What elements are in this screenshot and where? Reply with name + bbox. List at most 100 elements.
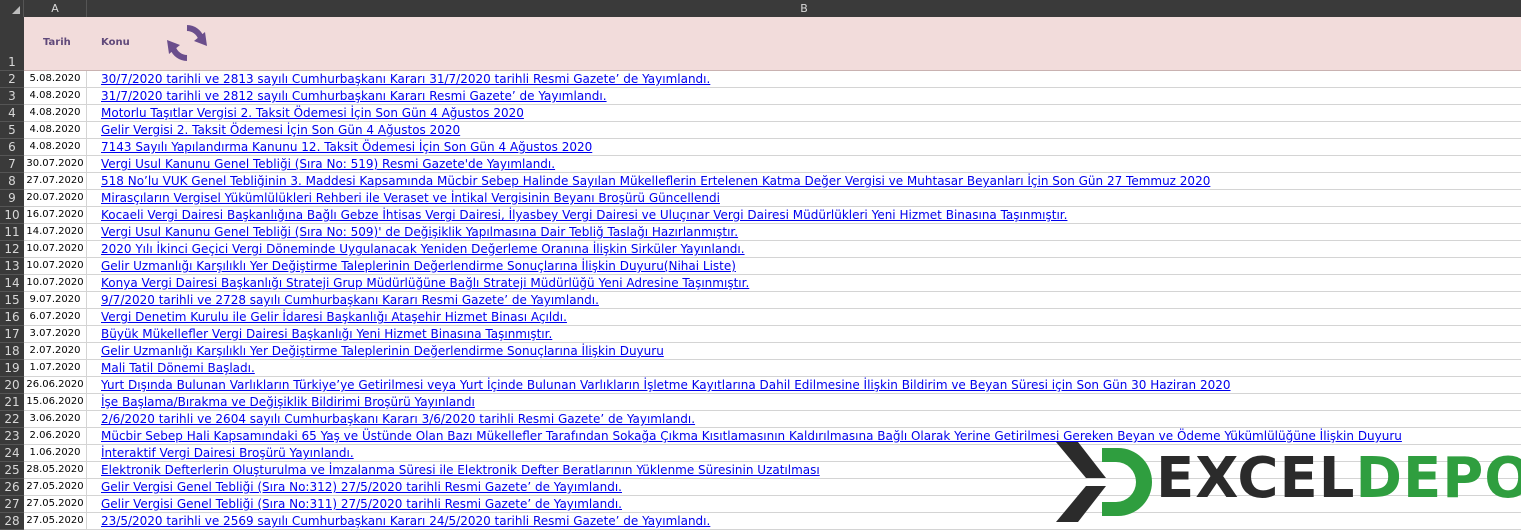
row-date: 16.07.2020 <box>24 207 87 224</box>
table-row: 10.07.2020 Konya Vergi Dairesi Başkanlığı… <box>24 275 1521 292</box>
row-header[interactable]: 16 <box>0 309 24 326</box>
row-link[interactable]: Gelir Vergisi 2. Taksit Ödemesi İçin Son… <box>101 122 460 139</box>
row-header[interactable]: 13 <box>0 258 24 275</box>
row-date: 10.07.2020 <box>24 275 87 292</box>
row-link[interactable]: 23/5/2020 tarihli ve 2569 sayılı Cumhurb… <box>101 513 710 530</box>
row-link[interactable]: İnteraktif Vergi Dairesi Broşürü Yayınla… <box>101 445 354 462</box>
row-header[interactable]: 12 <box>0 241 24 258</box>
row-link[interactable]: Gelir Uzmanlığı Karşılıklı Yer Değiştirm… <box>101 258 736 275</box>
table-row: 30.07.2020 Vergi Usul Kanunu Genel Tebliğ… <box>24 156 1521 173</box>
row-header[interactable]: 1 <box>0 17 24 71</box>
row-link[interactable]: 31/7/2020 tarihli ve 2812 sayılı Cumhurb… <box>101 88 607 105</box>
row-header[interactable]: 14 <box>0 275 24 292</box>
row-link[interactable]: Vergi Usul Kanunu Genel Tebliği (Sıra No… <box>101 156 555 173</box>
row-date: 4.08.2020 <box>24 88 87 105</box>
row-link[interactable]: 7143 Sayılı Yapılandırma Kanunu 12. Taks… <box>101 139 592 156</box>
table-row: 10.07.2020 2020 Yılı İkinci Geçici Vergi … <box>24 241 1521 258</box>
logo-x-icon <box>1056 442 1152 522</box>
row-date: 26.06.2020 <box>24 377 87 394</box>
row-link[interactable]: İşe Başlama/Bırakma ve Değişiklik Bildir… <box>101 394 475 411</box>
table-row: 10.07.2020 Gelir Uzmanlığı Karşılıklı Yer… <box>24 258 1521 275</box>
header-tarih: Tarih <box>43 37 71 48</box>
row-header[interactable]: 27 <box>0 496 24 513</box>
table-row: 27.07.2020 518 No’lu VUK Genel Tebliğinin… <box>24 173 1521 190</box>
table-row: 9.07.2020 9/7/2020 tarihli ve 2728 sayılı… <box>24 292 1521 309</box>
row-link[interactable]: Konya Vergi Dairesi Başkanlığı Strateji … <box>101 275 749 292</box>
row-header[interactable]: 4 <box>0 105 24 122</box>
row-link[interactable]: Gelir Uzmanlığı Karşılıklı Yer Değiştirm… <box>101 343 664 360</box>
row-link[interactable]: Vergi Usul Kanunu Genel Tebliği (Sıra No… <box>101 224 738 241</box>
row-date: 4.08.2020 <box>24 122 87 139</box>
spreadsheet: A B 1 2 3 4 5 6 7 8 9 10 11 12 13 14 15 16 17 18 19 20 21 22 2… <box>0 0 1521 530</box>
header-konu: Konu <box>101 37 130 48</box>
table-row: 4.08.2020 Gelir Vergisi 2. Taksit Ödemesi… <box>24 122 1521 139</box>
row-header[interactable]: 26 <box>0 479 24 496</box>
select-all-corner[interactable] <box>0 0 24 17</box>
row-link[interactable]: Kocaeli Vergi Dairesi Başkanlığına Bağlı… <box>101 207 1067 224</box>
table-row: 4.08.2020 Motorlu Taşıtlar Vergisi 2. Tak… <box>24 105 1521 122</box>
row-link[interactable]: 2/6/2020 tarihli ve 2604 sayılı Cumhurba… <box>101 411 695 428</box>
table-row: 26.06.2020 Yurt Dışında Bulunan Varlıklar… <box>24 377 1521 394</box>
row-header[interactable]: 18 <box>0 343 24 360</box>
refresh-icon[interactable] <box>164 22 210 64</box>
logo-wordmark: EXCELDEPO <box>1156 446 1521 511</box>
row-header[interactable]: 3 <box>0 88 24 105</box>
table-row: 20.07.2020 Mirasçıların Vergisel Yükümlül… <box>24 190 1521 207</box>
row-header-column: 1 2 3 4 5 6 7 8 9 10 11 12 13 14 15 16 17 18 19 20 21 22 23 24 2… <box>0 17 24 530</box>
row-date: 1.06.2020 <box>24 445 87 462</box>
row-header[interactable]: 11 <box>0 224 24 241</box>
row-date: 27.05.2020 <box>24 513 87 530</box>
row-link[interactable]: 2020 Yılı İkinci Geçici Vergi Döneminde … <box>101 241 745 258</box>
row-header[interactable]: 2 <box>0 71 24 88</box>
row-date: 6.07.2020 <box>24 309 87 326</box>
row-header[interactable]: 22 <box>0 411 24 428</box>
row-date: 14.07.2020 <box>24 224 87 241</box>
table-row: 5.08.2020 30/7/2020 tarihli ve 2813 sayıl… <box>24 71 1521 88</box>
row-link[interactable]: Büyük Mükellefler Vergi Dairesi Başkanlı… <box>101 326 552 343</box>
row-header[interactable]: 15 <box>0 292 24 309</box>
row-date: 3.06.2020 <box>24 411 87 428</box>
row-header[interactable]: 10 <box>0 207 24 224</box>
row-date: 4.08.2020 <box>24 105 87 122</box>
table-row: 4.08.2020 31/7/2020 tarihli ve 2812 sayıl… <box>24 88 1521 105</box>
row-header[interactable]: 19 <box>0 360 24 377</box>
row-header[interactable]: 28 <box>0 513 24 530</box>
row-header[interactable]: 9 <box>0 190 24 207</box>
row-header[interactable]: 5 <box>0 122 24 139</box>
row-header[interactable]: 17 <box>0 326 24 343</box>
row-date: 10.07.2020 <box>24 241 87 258</box>
row-date: 3.07.2020 <box>24 326 87 343</box>
row-link[interactable]: Gelir Vergisi Genel Tebliği (Sıra No:311… <box>101 496 622 513</box>
row-link[interactable]: 9/7/2020 tarihli ve 2728 sayılı Cumhurba… <box>101 292 599 309</box>
row-date: 4.08.2020 <box>24 139 87 156</box>
row-date: 27.05.2020 <box>24 479 87 496</box>
row-link[interactable]: Vergi Denetim Kurulu ile Gelir İdaresi B… <box>101 309 567 326</box>
row-link[interactable]: Mali Tatil Dönemi Başladı. <box>101 360 255 377</box>
row-header[interactable]: 7 <box>0 156 24 173</box>
row-link[interactable]: 518 No’lu VUK Genel Tebliğinin 3. Maddes… <box>101 173 1210 190</box>
row-link[interactable]: Yurt Dışında Bulunan Varlıkların Türkiye… <box>101 377 1231 394</box>
row-header[interactable]: 21 <box>0 394 24 411</box>
row-header[interactable]: 23 <box>0 428 24 445</box>
table-row: 15.06.2020 İşe Başlama/Bırakma ve Değişik… <box>24 394 1521 411</box>
row-header[interactable]: 20 <box>0 377 24 394</box>
logo-depo: DEPO <box>1355 446 1521 511</box>
row-header[interactable]: 24 <box>0 445 24 462</box>
column-header-a[interactable]: A <box>24 0 87 17</box>
row-date: 30.07.2020 <box>24 156 87 173</box>
row-header[interactable]: 25 <box>0 462 24 479</box>
row-link[interactable]: Motorlu Taşıtlar Vergisi 2. Taksit Ödeme… <box>101 105 524 122</box>
table-row: 1.07.2020 Mali Tatil Dönemi Başladı. <box>24 360 1521 377</box>
row-header[interactable]: 6 <box>0 139 24 156</box>
row-link[interactable]: Mirasçıların Vergisel Yükümlülükleri Reh… <box>101 190 720 207</box>
row-link[interactable]: Gelir Vergisi Genel Tebliği (Sıra No:312… <box>101 479 622 496</box>
row-date: 1.07.2020 <box>24 360 87 377</box>
table-row: 16.07.2020 Kocaeli Vergi Dairesi Başkanlı… <box>24 207 1521 224</box>
row-date: 27.07.2020 <box>24 173 87 190</box>
row-link[interactable]: 30/7/2020 tarihli ve 2813 sayılı Cumhurb… <box>101 71 710 88</box>
row-link[interactable]: Elektronik Defterlerin Oluşturulma ve İm… <box>101 462 820 479</box>
column-header-b[interactable]: B <box>87 0 1521 17</box>
row-date: 5.08.2020 <box>24 71 87 88</box>
row-date: 2.06.2020 <box>24 428 87 445</box>
row-header[interactable]: 8 <box>0 173 24 190</box>
